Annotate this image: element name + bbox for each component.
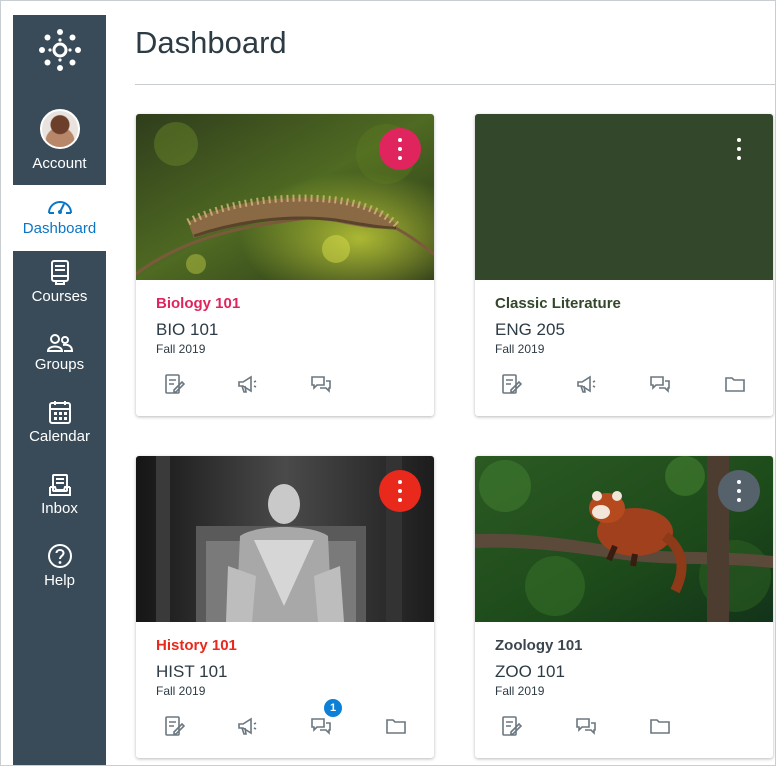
course-card-literature[interactable]: Classic Literature ENG 205 Fall 2019 (475, 114, 773, 416)
announcements-icon[interactable] (575, 373, 599, 397)
course-term: Fall 2019 (156, 342, 206, 356)
card-options-button[interactable] (718, 128, 760, 170)
kebab-icon (737, 138, 741, 160)
course-title[interactable]: Classic Literature (495, 295, 621, 312)
course-title[interactable]: Zoology 101 (495, 637, 583, 654)
global-nav: Account Dashboard Courses Groups Calenda… (13, 15, 106, 765)
announcements-icon[interactable] (236, 715, 260, 739)
courses-icon (50, 260, 69, 285)
kebab-icon (398, 138, 402, 160)
card-actions (475, 715, 773, 741)
groups-icon (46, 334, 73, 352)
nav-groups[interactable]: Groups (13, 333, 106, 374)
announcements-icon[interactable] (236, 373, 260, 397)
course-card-biology[interactable]: Biology 101 BIO 101 Fall 2019 (136, 114, 434, 416)
header-divider (135, 84, 775, 85)
course-term: Fall 2019 (156, 684, 206, 698)
nav-inbox-label: Inbox (41, 500, 78, 517)
inbox-icon (48, 474, 71, 496)
card-options-button[interactable] (379, 470, 421, 512)
app-frame: Account Dashboard Courses Groups Calenda… (0, 0, 776, 766)
course-card-zoology[interactable]: Zoology 101 ZOO 101 Fall 2019 (475, 456, 773, 758)
discussions-icon[interactable] (310, 373, 334, 397)
course-title[interactable]: History 101 (156, 637, 237, 654)
dashboard-icon (47, 201, 72, 214)
course-code: HIST 101 (156, 662, 228, 681)
nav-account[interactable]: Account (13, 109, 106, 173)
nav-dashboard-label: Dashboard (22, 220, 97, 237)
course-code: BIO 101 (156, 320, 219, 339)
canvas-logo-icon[interactable] (37, 27, 83, 73)
assignments-icon[interactable] (163, 715, 187, 739)
files-icon[interactable] (649, 715, 673, 739)
nav-help[interactable]: Help (13, 543, 106, 590)
nav-calendar-label: Calendar (29, 428, 90, 445)
assignments-icon[interactable] (500, 715, 524, 739)
course-term: Fall 2019 (495, 342, 545, 356)
page-title: Dashboard (135, 25, 287, 60)
discussions-icon[interactable] (649, 373, 673, 397)
card-actions (136, 373, 434, 399)
nav-courses-label: Courses (31, 288, 88, 305)
card-options-button[interactable] (379, 128, 421, 170)
card-actions: 1 (136, 699, 434, 741)
card-actions (475, 373, 773, 399)
files-icon[interactable] (385, 715, 409, 739)
discussions-icon[interactable] (575, 715, 599, 739)
card-options-button[interactable] (718, 470, 760, 512)
nav-account-label: Account (32, 155, 87, 172)
course-card-history[interactable]: History 101 HIST 101 Fall 2019 1 (136, 456, 434, 758)
kebab-icon (737, 480, 741, 502)
kebab-icon (398, 480, 402, 502)
nav-calendar[interactable]: Calendar (13, 399, 106, 446)
course-term: Fall 2019 (495, 684, 545, 698)
course-code: ZOO 101 (495, 662, 565, 681)
nav-courses[interactable]: Courses (13, 259, 106, 306)
help-icon (47, 544, 72, 568)
course-code: ENG 205 (495, 320, 565, 339)
calendar-icon (48, 401, 71, 424)
avatar (39, 109, 80, 149)
nav-help-label: Help (44, 572, 75, 589)
discussions-icon[interactable]: 1 (310, 699, 342, 739)
assignments-icon[interactable] (163, 373, 187, 397)
assignments-icon[interactable] (500, 373, 524, 397)
unread-badge: 1 (324, 699, 342, 717)
files-icon[interactable] (724, 373, 748, 397)
nav-groups-label: Groups (34, 356, 85, 373)
course-title[interactable]: Biology 101 (156, 295, 240, 312)
nav-dashboard[interactable]: Dashboard (13, 185, 106, 251)
nav-inbox[interactable]: Inbox (13, 473, 106, 518)
